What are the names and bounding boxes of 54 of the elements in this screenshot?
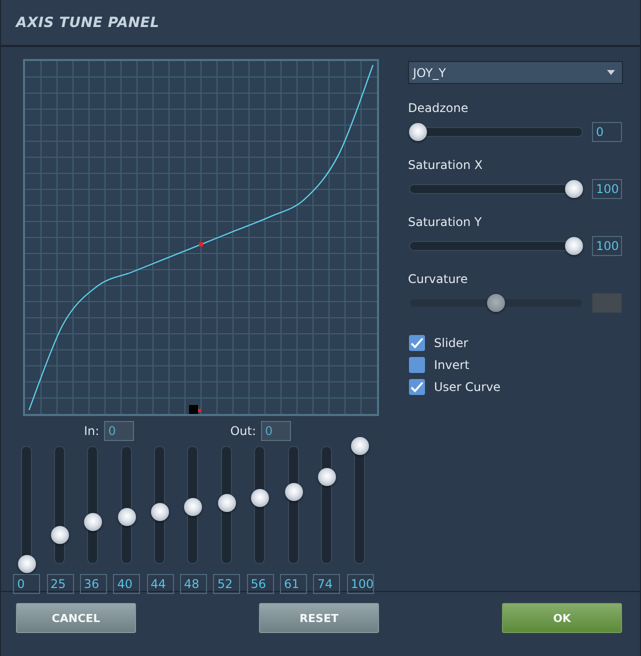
in-label: In: (84, 424, 100, 438)
value-field[interactable]: 44 (146, 574, 174, 594)
checkbox-label: User Curve (434, 380, 501, 394)
dialog-button[interactable]: OK (502, 603, 622, 633)
out-field[interactable]: 0 (261, 421, 291, 441)
horizontal-slider[interactable] (409, 123, 583, 141)
value-field[interactable]: 100 (346, 574, 374, 594)
slider-thumb[interactable] (284, 483, 303, 502)
checkbox[interactable] (409, 379, 425, 395)
slider-thumb[interactable] (51, 526, 70, 544)
value-field[interactable]: 48 (180, 574, 207, 594)
checkbox[interactable] (409, 335, 425, 351)
value-field[interactable]: 0 (592, 122, 622, 142)
dialog-button[interactable]: CANCEL (16, 603, 136, 633)
value-field[interactable]: 40 (113, 574, 140, 594)
caret-icon (607, 70, 615, 75)
slider-label: Saturation Y (408, 215, 483, 230)
value-field[interactable]: 52 (213, 574, 240, 594)
value-field[interactable]: 100 (592, 236, 622, 256)
slider-thumb[interactable] (184, 498, 202, 516)
slider-thumb[interactable] (565, 237, 583, 255)
slider-thumb[interactable] (251, 488, 270, 507)
value-field[interactable]: 0 (13, 574, 40, 594)
slider-thumb[interactable] (84, 512, 102, 531)
checkbox-label: Slider (434, 336, 468, 350)
value-field[interactable]: 25 (46, 574, 74, 594)
horizontal-slider[interactable] (409, 237, 583, 255)
slider-label: Saturation X (408, 158, 484, 173)
slider-thumb[interactable] (318, 468, 336, 486)
horizontal-slider[interactable] (409, 180, 583, 198)
checkbox[interactable] (409, 357, 425, 373)
dialog-button[interactable]: RESET (259, 603, 379, 633)
value-field[interactable]: 56 (246, 574, 274, 594)
slider-label: Curvature (408, 272, 469, 287)
slider-thumb[interactable] (565, 180, 583, 198)
value-field[interactable]: 100 (592, 179, 622, 199)
slider-thumb[interactable] (409, 123, 427, 141)
value-field[interactable]: 74 (313, 574, 340, 594)
slider-thumb[interactable] (118, 508, 136, 526)
value-field (592, 293, 622, 313)
checkbox-label: Invert (434, 358, 470, 372)
slider-thumb[interactable] (18, 555, 36, 573)
slider-thumb[interactable] (351, 437, 370, 455)
slider-label: Deadzone (408, 101, 470, 116)
in-field[interactable]: 0 (104, 421, 134, 441)
input-marker (189, 405, 201, 414)
curve-point-marker (199, 242, 203, 246)
window-title: AXIS TUNE PANEL (16, 14, 160, 30)
value-field[interactable]: 61 (280, 574, 308, 594)
axis-dropdown[interactable]: JOY_Y (408, 61, 623, 84)
out-label: Out: (230, 424, 256, 438)
slider-thumb[interactable] (151, 503, 170, 522)
value-field[interactable]: 36 (80, 574, 107, 594)
slider-thumb[interactable] (218, 494, 236, 512)
